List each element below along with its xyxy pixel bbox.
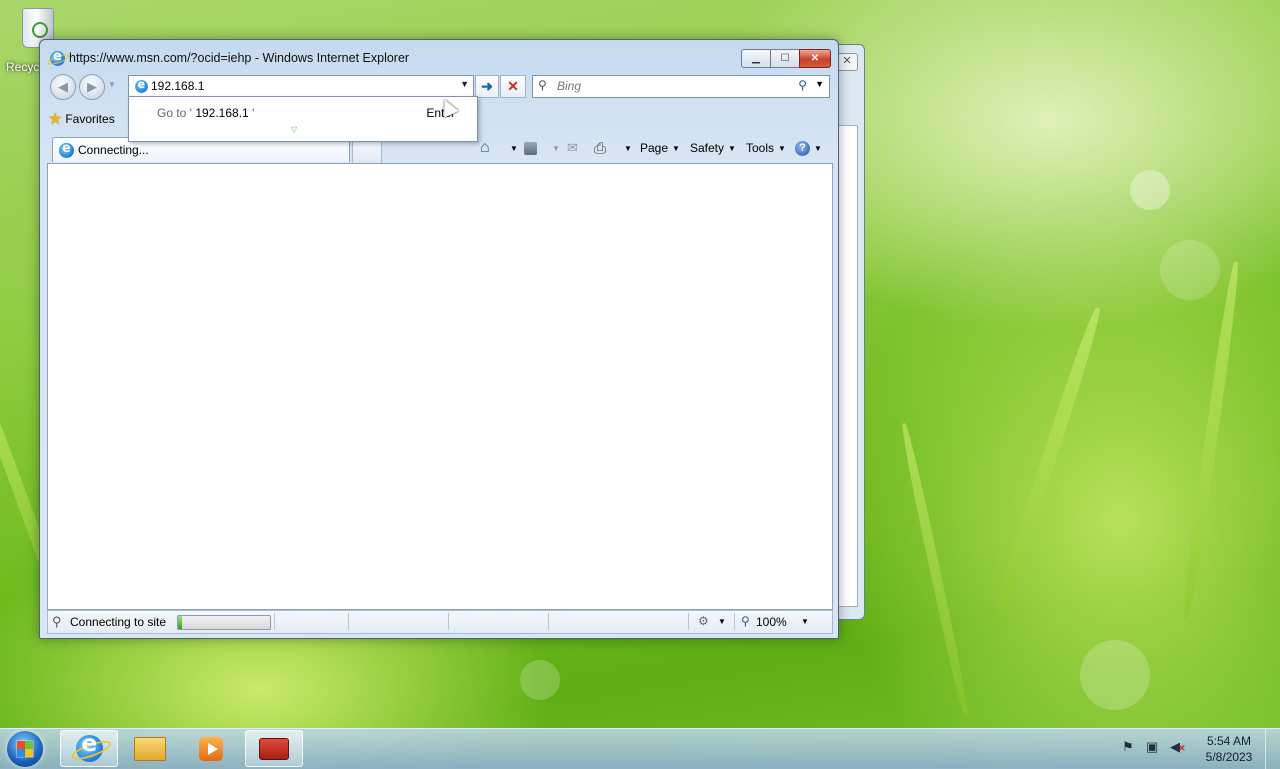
wallpaper-grass <box>1180 260 1242 620</box>
page-menu-button[interactable]: Page ▼ <box>640 138 680 158</box>
zoom-dropdown[interactable]: ▼ <box>801 617 809 626</box>
star-icon: ★ <box>48 111 63 128</box>
search-icon: ⚲ <box>538 78 547 92</box>
protected-mode-dropdown[interactable]: ▼ <box>718 617 726 626</box>
media-player-icon <box>199 736 223 761</box>
feeds-dropdown[interactable]: ▼ <box>548 138 560 158</box>
stop-button[interactable]: ✕ <box>500 75 526 98</box>
forward-button[interactable]: ▶ <box>79 74 105 100</box>
recent-pages-dropdown[interactable]: ▼ <box>108 80 116 89</box>
status-text: Connecting to site <box>70 615 167 629</box>
wallpaper-bokeh <box>1160 240 1220 300</box>
status-separator <box>688 613 689 630</box>
wallpaper-grass <box>898 422 972 718</box>
taskbar-internet-explorer[interactable] <box>60 730 118 767</box>
status-search-icon: ⚲ <box>52 614 62 629</box>
taskbar-windows-explorer[interactable] <box>121 730 179 767</box>
toolbox-icon <box>259 737 289 760</box>
recycle-bin-label: Recyc <box>6 60 40 74</box>
ie-logo-icon <box>50 49 65 66</box>
taskbar-media-player[interactable] <box>182 730 240 767</box>
protected-mode-icon[interactable]: ⚙ <box>698 614 709 628</box>
network-icon[interactable]: ▣ <box>1146 739 1158 755</box>
search-submit-icon[interactable]: ⚲ <box>798 78 807 92</box>
go-button[interactable]: ➜ <box>475 75 499 98</box>
autocomplete-goto-item[interactable]: Go to ' 192.168.1 ' <box>157 106 254 120</box>
maximize-button[interactable]: ☐ <box>770 49 800 68</box>
zoom-level[interactable]: 100% <box>756 615 787 629</box>
page-icon <box>135 78 148 93</box>
forward-arrow-icon: ▶ <box>87 79 97 94</box>
title-bar[interactable]: https://www.msn.com/?ocid=iehp - Windows… <box>50 48 409 68</box>
background-window-pane <box>836 125 858 607</box>
mail-icon[interactable]: ✉ <box>567 138 578 158</box>
show-desktop-button[interactable] <box>1265 729 1280 769</box>
home-dropdown[interactable]: ▼ <box>506 138 518 158</box>
print-icon[interactable]: ⎙ <box>594 138 606 158</box>
progress-fill <box>178 616 182 629</box>
back-button[interactable]: ◀ <box>50 74 76 100</box>
tab-title: Connecting... <box>78 143 149 157</box>
new-tab-button[interactable] <box>352 140 382 163</box>
wallpaper-bokeh <box>1130 170 1170 210</box>
chevron-down-icon: ▼ <box>728 143 736 153</box>
status-separator <box>734 613 735 630</box>
search-box[interactable]: ⚲ ⚲ ▼ <box>532 75 830 98</box>
address-input[interactable] <box>151 78 451 94</box>
clock-time: 5:54 AM <box>1206 734 1252 748</box>
clock[interactable]: 5:54 AM 5/8/2023 <box>1196 733 1262 765</box>
tab-page-icon <box>59 141 74 158</box>
status-separator <box>274 613 275 630</box>
minimize-button[interactable]: ▁ <box>741 49 771 68</box>
chevron-down-icon: ▼ <box>778 143 786 153</box>
loading-progress-bar <box>177 615 271 630</box>
close-button[interactable]: ✕ <box>799 49 831 68</box>
zoom-icon[interactable]: ⚲ <box>741 614 750 628</box>
background-window-close-button[interactable]: ✕ <box>836 53 858 71</box>
status-bar: ⚲ Connecting to site ⚙ ▼ ⚲ 100% ▼ <box>47 610 833 634</box>
status-separator <box>448 613 449 630</box>
home-icon[interactable]: ⌂ <box>480 138 490 158</box>
status-separator <box>548 613 549 630</box>
window-title: https://www.msn.com/?ocid=iehp - Windows… <box>69 51 410 65</box>
autocomplete-expand-icon[interactable]: ▽ <box>291 125 297 134</box>
search-input[interactable] <box>557 78 787 94</box>
action-center-flag-icon[interactable]: ⚑ <box>1122 739 1134 755</box>
status-separator <box>348 613 349 630</box>
help-button[interactable]: ? ▼ <box>795 138 822 158</box>
favorites-button[interactable]: ★ Favorites <box>48 107 115 131</box>
print-dropdown[interactable]: ▼ <box>620 138 632 158</box>
taskbar: ⚑ ▣ ◀✕ 5:54 AM 5/8/2023 <box>0 728 1280 769</box>
page-content[interactable] <box>47 163 833 610</box>
tools-menu-button[interactable]: Tools ▼ <box>746 138 786 158</box>
feeds-icon[interactable] <box>524 138 537 158</box>
safety-menu-button[interactable]: Safety ▼ <box>690 138 736 158</box>
taskbar-toolbox[interactable] <box>245 730 303 767</box>
favorites-label: Favorites <box>65 112 115 126</box>
address-dropdown-arrow[interactable]: ▼ <box>460 79 469 89</box>
ie-icon <box>75 731 103 762</box>
go-arrow-icon: ➜ <box>481 78 493 94</box>
windows-logo-icon <box>17 741 33 757</box>
search-options-dropdown[interactable]: ▼ <box>815 79 824 89</box>
caption-buttons: ▁ ☐ ✕ <box>741 49 831 68</box>
start-button[interactable] <box>7 731 43 767</box>
folder-icon <box>134 736 166 761</box>
wallpaper-grass <box>989 305 1105 625</box>
back-arrow-icon: ◀ <box>58 79 68 94</box>
volume-muted-icon[interactable]: ◀✕ <box>1170 739 1186 755</box>
stop-x-icon: ✕ <box>507 78 519 94</box>
wallpaper-bokeh <box>1080 640 1150 710</box>
chevron-down-icon: ▼ <box>672 143 680 153</box>
wallpaper-bokeh <box>520 660 560 700</box>
address-bar[interactable]: ▼ <box>128 75 474 98</box>
background-window[interactable]: ✕ <box>836 44 865 620</box>
clock-date: 5/8/2023 <box>1205 750 1253 764</box>
address-autocomplete: Go to ' 192.168.1 ' Enter ▽ <box>128 96 478 142</box>
help-icon: ? <box>795 140 810 156</box>
